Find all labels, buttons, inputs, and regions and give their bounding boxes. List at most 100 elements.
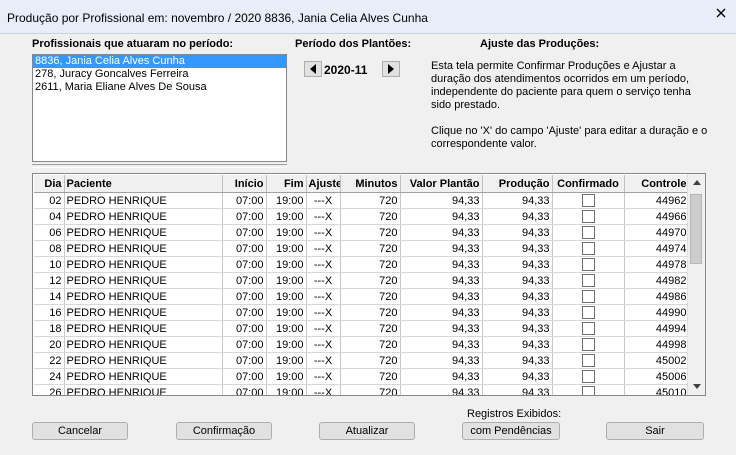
col-header-valor-plantao[interactable]: Valor Plantão	[400, 175, 483, 193]
confirmado-checkbox[interactable]	[581, 306, 595, 320]
cell-ajuste[interactable]: ---X	[306, 240, 341, 257]
cell-dia: 04	[34, 208, 65, 225]
pending-filter-button[interactable]: com Pendências	[462, 422, 560, 440]
cell-ajuste[interactable]: ---X	[306, 304, 341, 321]
cell-inicio: 07:00	[222, 272, 267, 289]
professionals-label: Profissionais que atuaram no período:	[32, 38, 234, 50]
cell-dia: 22	[34, 352, 65, 369]
cell-fim: 19:00	[266, 192, 307, 209]
col-header-ajuste[interactable]: Ajuste	[306, 175, 341, 193]
prev-period-button[interactable]	[304, 61, 322, 77]
cell-ajuste[interactable]: ---X	[306, 384, 341, 395]
cell-inicio: 07:00	[222, 256, 267, 273]
confirmado-checkbox[interactable]	[581, 290, 595, 304]
cell-paciente: PEDRO HENRIQUE	[64, 352, 223, 369]
cell-ajuste[interactable]: ---X	[306, 192, 341, 209]
cell-ajuste[interactable]: ---X	[306, 208, 341, 225]
cell-minutos: 720	[340, 304, 401, 321]
table-row[interactable]: 24 PEDRO HENRIQUE 07:00 19:00 ---X 720 94,33 94…	[34, 368, 690, 385]
cell-fim: 19:00	[266, 288, 307, 305]
cell-dia: 12	[34, 272, 65, 289]
cell-paciente: PEDRO HENRIQUE	[64, 272, 223, 289]
table-row[interactable]: 10 PEDRO HENRIQUE 07:00 19:00 ---X 720 94,33 94…	[34, 256, 690, 273]
col-header-confirmado[interactable]: Confirmado	[552, 175, 625, 193]
title-bar: Produção por Profissional em: novembro /…	[0, 0, 736, 34]
scroll-down-icon[interactable]	[688, 378, 705, 395]
table-row[interactable]: 06 PEDRO HENRIQUE 07:00 19:00 ---X 720 94,33 94…	[34, 224, 690, 241]
cell-ajuste[interactable]: ---X	[306, 320, 341, 337]
cell-minutos: 720	[340, 320, 401, 337]
cell-producao: 94,33	[482, 256, 553, 273]
table-row[interactable]: 22 PEDRO HENRIQUE 07:00 19:00 ---X 720 94,33 94…	[34, 352, 690, 369]
cell-controle: 44978	[624, 256, 690, 273]
table-row[interactable]: 12 PEDRO HENRIQUE 07:00 19:00 ---X 720 94,33 94…	[34, 272, 690, 289]
production-grid[interactable]: Dia Paciente Início Fim Ajuste Minutos V…	[32, 173, 706, 396]
professionals-listbox[interactable]: 8836, Jania Celia Alves Cunha 278, Jurac…	[32, 54, 287, 162]
cell-fim: 19:00	[266, 256, 307, 273]
col-header-fim[interactable]: Fim	[266, 175, 307, 193]
cell-ajuste[interactable]: ---X	[306, 368, 341, 385]
table-row[interactable]: 26 PEDRO HENRIQUE 07:00 19:00 ---X 720 94,33 94…	[34, 384, 690, 395]
table-row[interactable]: 04 PEDRO HENRIQUE 07:00 19:00 ---X 720 94,33 94…	[34, 208, 690, 225]
col-header-inicio[interactable]: Início	[222, 175, 267, 193]
confirmado-checkbox[interactable]	[581, 242, 595, 256]
cell-ajuste[interactable]: ---X	[306, 272, 341, 289]
cell-inicio: 07:00	[222, 240, 267, 257]
scroll-up-icon[interactable]	[688, 174, 705, 191]
confirmado-checkbox[interactable]	[581, 258, 595, 272]
table-row[interactable]: 08 PEDRO HENRIQUE 07:00 19:00 ---X 720 94,33 94…	[34, 240, 690, 257]
professional-item-8836[interactable]: 8836, Jania Celia Alves Cunha	[33, 55, 286, 68]
exit-button[interactable]: Sair	[606, 422, 704, 440]
cell-paciente: PEDRO HENRIQUE	[64, 288, 223, 305]
confirmado-checkbox[interactable]	[581, 386, 595, 395]
table-row[interactable]: 20 PEDRO HENRIQUE 07:00 19:00 ---X 720 94,33 94…	[34, 336, 690, 353]
cell-ajuste[interactable]: ---X	[306, 352, 341, 369]
cell-minutos: 720	[340, 352, 401, 369]
table-row[interactable]: 14 PEDRO HENRIQUE 07:00 19:00 ---X 720 94,33 94…	[34, 288, 690, 305]
confirmado-checkbox[interactable]	[581, 194, 595, 208]
triangle-right-icon	[388, 64, 394, 74]
professional-item-278[interactable]: 278, Juracy Goncalves Ferreira	[33, 68, 286, 81]
vertical-scrollbar[interactable]	[687, 174, 705, 395]
cell-minutos: 720	[340, 224, 401, 241]
refresh-button[interactable]: Atualizar	[319, 422, 415, 440]
cell-producao: 94,33	[482, 352, 553, 369]
confirmado-checkbox[interactable]	[581, 370, 595, 384]
cell-confirmado	[552, 320, 625, 337]
confirmado-checkbox[interactable]	[581, 226, 595, 240]
col-header-paciente[interactable]: Paciente	[64, 175, 223, 193]
close-icon[interactable]	[714, 6, 728, 20]
confirmado-checkbox[interactable]	[581, 354, 595, 368]
cell-minutos: 720	[340, 384, 401, 395]
confirmado-checkbox[interactable]	[581, 338, 595, 352]
adjust-info-text-1: Esta tela permite Confirmar Produções e …	[431, 60, 691, 111]
cell-paciente: PEDRO HENRIQUE	[64, 336, 223, 353]
cell-fim: 19:00	[266, 272, 307, 289]
col-header-producao[interactable]: Produção	[482, 175, 553, 193]
cancel-button[interactable]: Cancelar	[32, 422, 128, 440]
cell-ajuste[interactable]: ---X	[306, 224, 341, 241]
table-row[interactable]: 02 PEDRO HENRIQUE 07:00 19:00 ---X 720 94,33 94…	[34, 192, 690, 209]
professional-item-2611[interactable]: 2611, Maria Eliane Alves De Sousa	[33, 81, 286, 94]
listbox-divider	[32, 164, 287, 168]
table-row[interactable]: 18 PEDRO HENRIQUE 07:00 19:00 ---X 720 94,33 94…	[34, 320, 690, 337]
confirmado-checkbox[interactable]	[581, 210, 595, 224]
cell-valor-plantao: 94,33	[400, 256, 483, 273]
cell-inicio: 07:00	[222, 384, 267, 395]
cell-ajuste[interactable]: ---X	[306, 288, 341, 305]
table-row[interactable]: 16 PEDRO HENRIQUE 07:00 19:00 ---X 720 94,33 94…	[34, 304, 690, 321]
cell-valor-plantao: 94,33	[400, 352, 483, 369]
col-header-dia[interactable]: Dia	[34, 175, 65, 193]
table-header-row: Dia Paciente Início Fim Ajuste Minutos V…	[34, 175, 690, 193]
confirmado-checkbox[interactable]	[581, 274, 595, 288]
cell-ajuste[interactable]: ---X	[306, 256, 341, 273]
cell-fim: 19:00	[266, 320, 307, 337]
confirm-button[interactable]: Confirmação	[176, 422, 272, 440]
scroll-thumb[interactable]	[690, 194, 702, 264]
next-period-button[interactable]	[382, 61, 400, 77]
col-header-controle[interactable]: Controle	[624, 175, 690, 193]
cell-ajuste[interactable]: ---X	[306, 336, 341, 353]
cell-controle: 44966	[624, 208, 690, 225]
col-header-minutos[interactable]: Minutos	[340, 175, 401, 193]
confirmado-checkbox[interactable]	[581, 322, 595, 336]
